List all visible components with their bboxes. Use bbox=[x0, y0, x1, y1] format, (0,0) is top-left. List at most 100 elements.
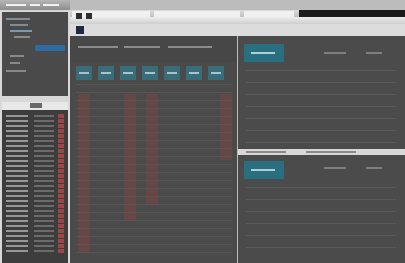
list-item[interactable] bbox=[6, 249, 64, 253]
column-header[interactable] bbox=[186, 66, 202, 80]
list-item[interactable] bbox=[6, 239, 64, 243]
list-item[interactable] bbox=[6, 129, 64, 133]
grid-row[interactable] bbox=[76, 172, 232, 173]
navigation-tree-panel bbox=[2, 12, 68, 96]
grid-row[interactable] bbox=[76, 220, 232, 221]
grid-row[interactable] bbox=[76, 188, 232, 189]
list-item[interactable] bbox=[6, 224, 64, 228]
tree-selected-item[interactable] bbox=[35, 45, 65, 51]
list-item[interactable] bbox=[6, 234, 64, 238]
grid-row[interactable] bbox=[76, 124, 232, 125]
table-row[interactable] bbox=[246, 70, 396, 71]
tree-item[interactable] bbox=[6, 18, 30, 20]
highlight-column bbox=[220, 94, 232, 160]
column-header[interactable] bbox=[98, 66, 114, 80]
list-item[interactable] bbox=[6, 214, 64, 218]
item-list-header bbox=[2, 102, 68, 110]
table-row[interactable] bbox=[246, 118, 396, 119]
table-row[interactable] bbox=[246, 187, 396, 188]
list-item[interactable] bbox=[6, 209, 64, 213]
lower-highlight-card[interactable] bbox=[244, 161, 284, 179]
grid-header-row bbox=[76, 66, 232, 80]
grid-row[interactable] bbox=[76, 132, 232, 133]
table-row[interactable] bbox=[246, 235, 396, 236]
highlight-column bbox=[124, 94, 136, 220]
list-item[interactable] bbox=[6, 244, 64, 248]
grid-row[interactable] bbox=[76, 228, 232, 229]
top-light-bar bbox=[70, 17, 405, 24]
list-item[interactable] bbox=[6, 144, 64, 148]
list-item[interactable] bbox=[6, 189, 64, 193]
table-row[interactable] bbox=[246, 223, 396, 224]
list-item[interactable] bbox=[6, 169, 64, 173]
list-item[interactable] bbox=[6, 114, 64, 118]
list-item[interactable] bbox=[6, 139, 64, 143]
grid-row[interactable] bbox=[76, 108, 232, 109]
toolbar-button[interactable] bbox=[76, 26, 84, 34]
item-list-panel bbox=[2, 102, 68, 263]
grid-row[interactable] bbox=[76, 252, 232, 253]
grid-row[interactable] bbox=[76, 196, 232, 197]
list-item[interactable] bbox=[6, 119, 64, 123]
lower-label bbox=[366, 167, 382, 169]
column-header[interactable] bbox=[120, 66, 136, 80]
tree-item[interactable] bbox=[10, 55, 24, 57]
column-header[interactable] bbox=[76, 66, 92, 80]
list-item[interactable] bbox=[6, 199, 64, 203]
grid-row[interactable] bbox=[76, 156, 232, 157]
center-toolbar bbox=[70, 36, 237, 62]
list-item[interactable] bbox=[6, 149, 64, 153]
list-item[interactable] bbox=[6, 204, 64, 208]
list-item[interactable] bbox=[6, 159, 64, 163]
lower-label bbox=[324, 167, 346, 169]
list-item[interactable] bbox=[6, 124, 64, 128]
toolbar-icon[interactable] bbox=[86, 13, 92, 19]
grid-row[interactable] bbox=[76, 204, 232, 205]
grid-row[interactable] bbox=[76, 116, 232, 117]
tree-item[interactable] bbox=[6, 70, 26, 72]
center-grid-panel bbox=[70, 36, 237, 263]
tree-item[interactable] bbox=[10, 30, 32, 32]
top-bar bbox=[70, 10, 405, 24]
list-item[interactable] bbox=[6, 179, 64, 183]
grid-row[interactable] bbox=[76, 212, 232, 213]
table-row[interactable] bbox=[246, 199, 396, 200]
tree-item[interactable] bbox=[14, 36, 30, 38]
toolbar-label bbox=[168, 46, 212, 48]
sidebar-titlebar bbox=[0, 0, 70, 10]
tree-item[interactable] bbox=[10, 62, 20, 64]
upper-label bbox=[366, 52, 382, 54]
table-row[interactable] bbox=[246, 211, 396, 212]
grid-row[interactable] bbox=[76, 164, 232, 165]
list-item[interactable] bbox=[6, 154, 64, 158]
column-header[interactable] bbox=[208, 66, 224, 80]
grid-row[interactable] bbox=[76, 140, 232, 141]
list-header-button[interactable] bbox=[30, 103, 42, 108]
column-header[interactable] bbox=[164, 66, 180, 80]
table-row[interactable] bbox=[246, 130, 396, 131]
grid-row[interactable] bbox=[76, 84, 232, 85]
upper-label bbox=[324, 52, 346, 54]
list-item[interactable] bbox=[6, 174, 64, 178]
upper-highlight-card[interactable] bbox=[244, 44, 284, 62]
grid-row[interactable] bbox=[76, 100, 232, 101]
table-row[interactable] bbox=[246, 106, 396, 107]
list-item[interactable] bbox=[6, 184, 64, 188]
list-item[interactable] bbox=[6, 194, 64, 198]
table-row[interactable] bbox=[246, 142, 396, 143]
list-item[interactable] bbox=[6, 219, 64, 223]
table-row[interactable] bbox=[246, 94, 396, 95]
grid-row[interactable] bbox=[76, 148, 232, 149]
list-item[interactable] bbox=[6, 229, 64, 233]
table-row[interactable] bbox=[246, 247, 396, 248]
list-item[interactable] bbox=[6, 164, 64, 168]
grid-row[interactable] bbox=[76, 244, 232, 245]
list-item[interactable] bbox=[6, 134, 64, 138]
toolbar-icon[interactable] bbox=[76, 13, 82, 19]
grid-row[interactable] bbox=[76, 92, 232, 93]
column-header[interactable] bbox=[142, 66, 158, 80]
grid-row[interactable] bbox=[76, 180, 232, 181]
grid-row[interactable] bbox=[76, 236, 232, 237]
tree-item[interactable] bbox=[10, 24, 28, 26]
table-row[interactable] bbox=[246, 82, 396, 83]
